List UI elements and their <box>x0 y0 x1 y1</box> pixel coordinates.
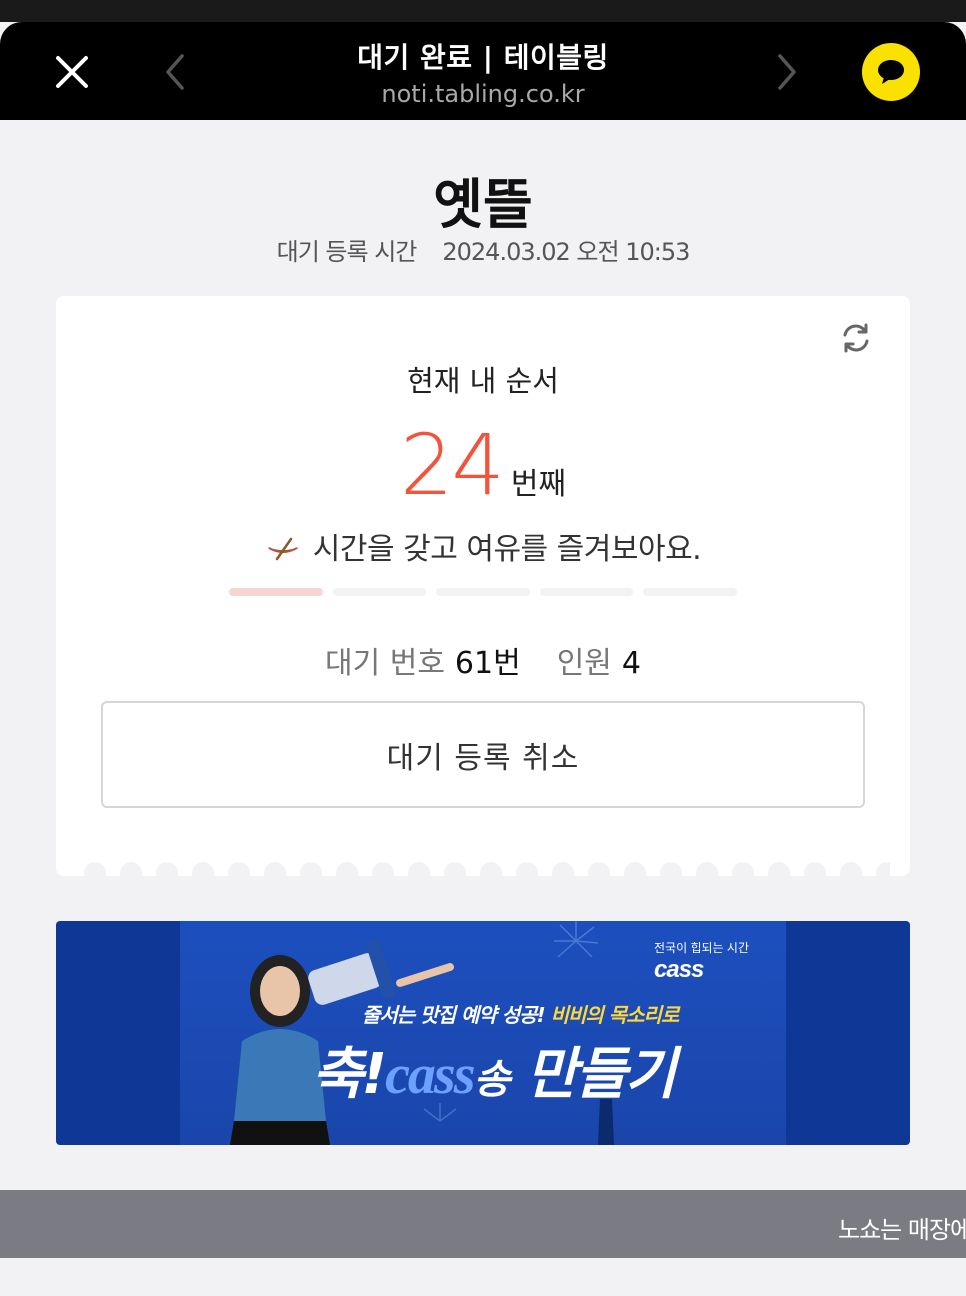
perforation-dot <box>696 862 718 876</box>
registration-time: 대기 등록 시간 2024.03.02 오전 10:53 <box>0 232 966 267</box>
perforation-dot <box>444 862 466 876</box>
notice-marquee-bar: 노쇼는 매장에 <box>0 1190 966 1258</box>
wait-number-value: 61번 <box>454 646 521 681</box>
perforation-dot <box>552 862 574 876</box>
banner-brand-name: cass <box>654 956 704 983</box>
banner-headline: 줄서는 맛집 예약 성공! 비비의 목소리로 <box>362 999 680 1028</box>
registration-time-value: 2024.03.02 오전 10:53 <box>442 238 690 266</box>
current-order-label: 현재 내 순서 <box>407 364 559 398</box>
progress-bar <box>229 588 737 596</box>
progress-segment <box>229 588 323 596</box>
wait-number-label: 대기 번호 <box>324 646 445 681</box>
perforation-dot <box>768 862 790 876</box>
party-size-value: 4 <box>621 646 641 681</box>
banner-title-c: 만들기 <box>525 1042 677 1107</box>
banner-title-brand: cass <box>385 1044 475 1106</box>
perforation-dot <box>588 862 610 876</box>
rank-unit: 번째 <box>510 467 567 502</box>
perforation-dot <box>228 862 250 876</box>
banner-title-a: 축! <box>312 1042 387 1107</box>
perforation-dot <box>372 862 394 876</box>
refresh-icon[interactable] <box>838 320 874 356</box>
perforation-dot <box>732 862 754 876</box>
browser-header: 대기 완료 | 테이블링 noti.tabling.co.kr <box>0 22 966 120</box>
waiting-card: 현재 내 순서 24 번째 시간을 갖고 여유를 즐겨보아요. 대기 번호 61번 인… <box>56 296 910 876</box>
perforation-dot <box>660 862 682 876</box>
store-name: 옛뜰 <box>433 173 533 236</box>
banner-brand-tagline: 전국이 힙되는 시간 <box>654 941 749 955</box>
perforation-dot <box>408 862 430 876</box>
progress-segment <box>643 588 737 596</box>
notice-marquee-text: 노쇼는 매장에 <box>838 1216 966 1244</box>
party-size-label: 인원 <box>556 646 612 681</box>
ticket-perforation <box>84 862 890 876</box>
perforation-dot <box>516 862 538 876</box>
banner-headline-b: 비비의 목소리로 <box>550 1003 680 1027</box>
perforation-dot <box>480 862 502 876</box>
banner-headline-a: 줄서는 맛집 예약 성공! <box>362 1003 546 1027</box>
perforation-dot <box>84 862 106 876</box>
status-message: 시간을 갖고 여유를 즐겨보아요. <box>56 524 910 568</box>
registration-time-label: 대기 등록 시간 <box>276 238 418 266</box>
kakao-share-button[interactable] <box>862 43 920 101</box>
page-title: 대기 완료 | 테이블링 <box>357 41 609 74</box>
rank-number: 24 <box>399 416 505 514</box>
perforation-dot <box>804 862 826 876</box>
header-title-block: 대기 완료 | 테이블링 noti.tabling.co.kr <box>230 36 736 108</box>
cancel-waiting-button[interactable]: 대기 등록 취소 <box>101 701 865 808</box>
perforation-dot <box>192 862 214 876</box>
status-message-text: 시간을 갖고 여유를 즐겨보아요. <box>312 532 702 567</box>
perforation-dot <box>624 862 646 876</box>
status-strip <box>0 0 966 22</box>
progress-segment <box>436 588 530 596</box>
ad-banner-artwork: 전국이 힙되는 시간 cass 줄서는 맛집 예약 성공! 비비의 목소리로 축… <box>180 921 786 1145</box>
waiting-info-row: 대기 번호 61번 인원 4 <box>56 638 910 682</box>
page-url: noti.tabling.co.kr <box>381 80 585 108</box>
perforation-dot <box>876 862 890 876</box>
perforation-dot <box>840 862 862 876</box>
banner-brand-logo: 전국이 힙되는 시간 cass <box>654 939 749 984</box>
perforation-dot <box>120 862 142 876</box>
banner-title: 축!cass송 만들기 <box>312 1029 677 1110</box>
perforation-dot <box>300 862 322 876</box>
progress-segment <box>332 588 427 596</box>
close-icon[interactable] <box>52 52 92 92</box>
chevron-right-icon[interactable] <box>772 52 802 92</box>
chevron-left-icon[interactable] <box>160 52 190 92</box>
perforation-dot <box>264 862 286 876</box>
current-order-value: 24 번째 <box>56 416 910 514</box>
ad-banner[interactable]: 전국이 힙되는 시간 cass 줄서는 맛집 예약 성공! 비비의 목소리로 축… <box>56 921 910 1145</box>
perforation-dot <box>156 862 178 876</box>
kakao-talk-icon <box>878 60 904 84</box>
perforation-dot <box>336 862 358 876</box>
canoe-icon <box>265 534 301 561</box>
progress-segment <box>539 588 634 596</box>
banner-title-b: 송 <box>473 1057 511 1103</box>
